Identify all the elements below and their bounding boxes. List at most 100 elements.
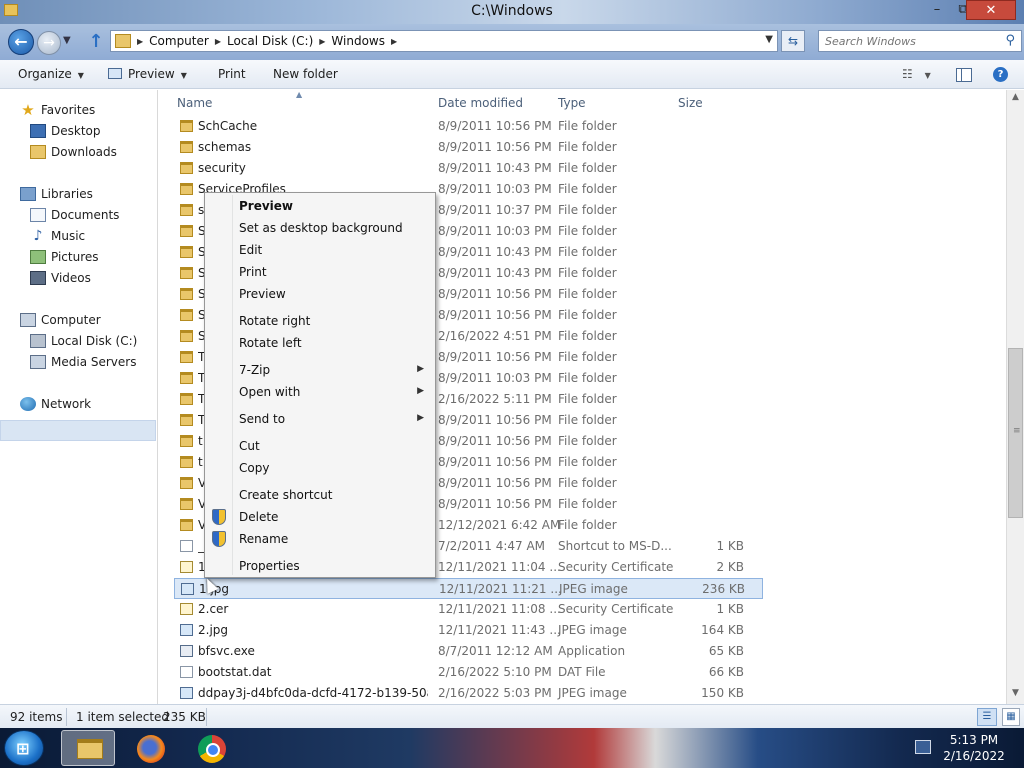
- menu-item-open-with[interactable]: Open with ▶: [206, 381, 434, 403]
- clock-time[interactable]: 5:13 PM: [946, 733, 1002, 747]
- column-header-date[interactable]: Date modified: [438, 96, 523, 110]
- breadcrumb-windows[interactable]: Windows: [331, 34, 385, 48]
- menu-item-print[interactable]: Print: [206, 261, 434, 283]
- large-icons-view-button[interactable]: ▦: [1002, 708, 1020, 726]
- nav-local-disk[interactable]: Local Disk (C:): [30, 334, 137, 348]
- cert-icon: [180, 603, 193, 615]
- folder-icon: [180, 456, 193, 468]
- nav-desktop[interactable]: Desktop: [30, 124, 101, 138]
- chevron-right-icon[interactable]: ▶: [137, 37, 143, 46]
- nav-documents[interactable]: Documents: [30, 208, 119, 222]
- preview-button[interactable]: Preview ▼: [108, 67, 187, 81]
- breadcrumb-local-disk[interactable]: Local Disk (C:): [227, 34, 313, 48]
- window-title: C:\Windows: [471, 3, 553, 19]
- menu-item-copy[interactable]: Copy: [206, 457, 434, 479]
- nav-network[interactable]: Network: [20, 397, 91, 411]
- help-button[interactable]: ?: [993, 67, 1008, 82]
- table-row[interactable]: 2.cer 12/11/2021 11:08 ... Security Certif…: [159, 599, 1006, 620]
- table-row[interactable]: ddpay3j-d4bfc0da-dcfd-4172-b139-50a8... 2…: [159, 683, 1006, 704]
- preview-pane-button[interactable]: [956, 68, 972, 82]
- back-button[interactable]: ←: [8, 29, 34, 55]
- cell-date: 8/9/2011 10:56 PM: [438, 434, 552, 448]
- table-row[interactable]: 2.jpg 12/11/2021 11:43 ... JPEG image 164 K…: [159, 620, 1006, 641]
- chevron-right-icon[interactable]: ▶: [319, 37, 325, 46]
- menu-item-set-as-desktop-background[interactable]: Set as desktop background: [206, 217, 434, 239]
- chrome-icon: [198, 735, 226, 763]
- vertical-scrollbar[interactable]: ▲ ≡ ▼: [1006, 90, 1024, 704]
- nav-pictures[interactable]: Pictures: [30, 250, 99, 264]
- menu-item-7-zip[interactable]: 7-Zip ▶: [206, 359, 434, 381]
- nav-computer[interactable]: Computer: [20, 313, 101, 327]
- column-header-size[interactable]: Size: [678, 96, 703, 110]
- folder-icon: [180, 393, 193, 405]
- forward-button[interactable]: →: [37, 31, 61, 55]
- menu-item-delete[interactable]: Delete: [206, 506, 434, 528]
- cell-type: File folder: [558, 140, 617, 154]
- nav-libraries[interactable]: Libraries: [20, 187, 93, 201]
- search-input[interactable]: [819, 31, 999, 51]
- taskbar-chrome[interactable]: [185, 730, 239, 766]
- menu-item-send-to[interactable]: Send to ▶: [206, 408, 434, 430]
- refresh-button[interactable]: ⇆: [781, 30, 805, 52]
- nav-videos[interactable]: Videos: [30, 271, 91, 285]
- address-dropdown[interactable]: ▼: [765, 34, 773, 45]
- table-row[interactable]: bootstat.dat 2/16/2022 5:10 PM DAT File 66 …: [159, 662, 1006, 683]
- nav-media-servers[interactable]: Media Servers: [30, 355, 136, 369]
- clock-date[interactable]: 2/16/2022: [938, 749, 1010, 763]
- menu-item-preview[interactable]: Preview: [206, 283, 434, 305]
- menu-item-label: Rename: [239, 532, 289, 546]
- nav-downloads[interactable]: Downloads: [30, 145, 117, 159]
- address-bar[interactable]: ▶ Computer ▶ Local Disk (C:) ▶ Windows ▶…: [110, 30, 778, 52]
- table-row[interactable]: schemas 8/9/2011 10:56 PM File folder: [159, 137, 1006, 158]
- cell-name: schemas: [198, 140, 252, 154]
- chevron-right-icon[interactable]: ▶: [391, 37, 397, 46]
- change-view-button[interactable]: ☷ ▼: [902, 67, 931, 81]
- status-bar: 92 items 1 item selected 235 KB ☰ ▦: [0, 704, 1024, 728]
- breadcrumb-computer[interactable]: Computer: [149, 34, 209, 48]
- table-row[interactable]: bfsvc.exe 8/7/2011 12:12 AM Application 65 …: [159, 641, 1006, 662]
- network-tray-icon[interactable]: [915, 740, 931, 754]
- menu-item-preview[interactable]: Preview: [206, 195, 434, 217]
- menu-item-rename[interactable]: Rename: [206, 528, 434, 550]
- folder-icon: [180, 204, 193, 216]
- close-button[interactable]: ✕: [966, 0, 1016, 20]
- cell-type: File folder: [558, 413, 617, 427]
- scrollbar-thumb[interactable]: ≡: [1008, 348, 1023, 518]
- column-header-name[interactable]: Name: [177, 96, 212, 110]
- cell-date: 8/7/2011 12:12 AM: [438, 644, 553, 658]
- folder-icon: [180, 351, 193, 363]
- cell-date: 7/2/2011 4:47 AM: [438, 539, 546, 553]
- taskbar: ⊞ 5:13 PM 2/16/2022: [0, 728, 1024, 768]
- organize-button[interactable]: Organize ▼: [18, 67, 84, 81]
- print-button[interactable]: Print: [218, 67, 246, 81]
- taskbar-explorer[interactable]: [61, 730, 115, 766]
- uac-shield-icon: [212, 509, 226, 525]
- search-icon[interactable]: ⚲: [1005, 33, 1015, 48]
- scroll-up-arrow[interactable]: ▲: [1007, 92, 1024, 106]
- column-header-type[interactable]: Type: [558, 96, 586, 110]
- table-row[interactable]: security 8/9/2011 10:43 PM File folder: [159, 158, 1006, 179]
- menu-item-edit[interactable]: Edit: [206, 239, 434, 261]
- search-box[interactable]: ⚲: [818, 30, 1022, 52]
- nav-music[interactable]: ♪ Music: [30, 229, 86, 243]
- new-folder-button[interactable]: New folder: [273, 67, 338, 81]
- chevron-right-icon[interactable]: ▶: [215, 37, 221, 46]
- folder-icon: [115, 34, 131, 48]
- start-button[interactable]: ⊞: [4, 730, 44, 766]
- menu-item-rotate-left[interactable]: Rotate left: [206, 332, 434, 354]
- taskbar-firefox[interactable]: [124, 730, 178, 766]
- table-row[interactable]: 1.jpg 12/11/2021 11:21 ... JPEG image 236 K…: [174, 578, 763, 599]
- recent-locations-dropdown[interactable]: ▼: [63, 35, 71, 46]
- menu-item-create-shortcut[interactable]: Create shortcut: [206, 484, 434, 506]
- nav-label: Network: [41, 397, 92, 411]
- scroll-down-arrow[interactable]: ▼: [1007, 688, 1024, 702]
- menu-item-cut[interactable]: Cut: [206, 435, 434, 457]
- menu-item-properties[interactable]: Properties: [206, 555, 434, 577]
- up-button[interactable]: ↑: [86, 31, 106, 53]
- table-row[interactable]: SchCache 8/9/2011 10:56 PM File folder: [159, 116, 1006, 137]
- cell-date: 8/9/2011 10:56 PM: [438, 455, 552, 469]
- minimize-button[interactable]: –: [924, 0, 950, 20]
- details-view-button[interactable]: ☰: [977, 708, 997, 726]
- menu-item-rotate-right[interactable]: Rotate right: [206, 310, 434, 332]
- nav-favorites[interactable]: ★ Favorites: [20, 103, 95, 118]
